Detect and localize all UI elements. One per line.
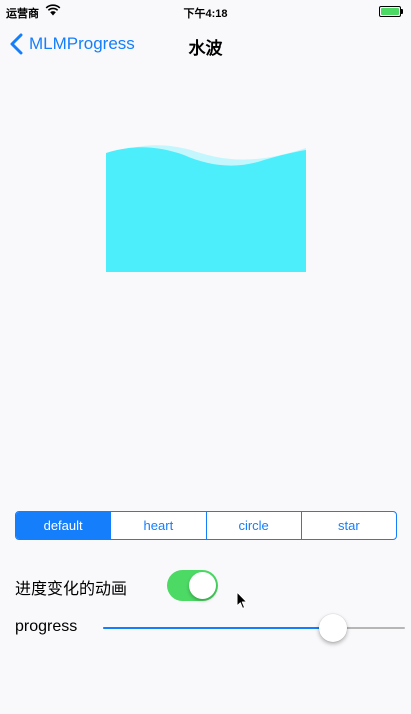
animation-toggle[interactable] [167, 570, 218, 601]
segment-circle[interactable]: circle [205, 512, 301, 539]
status-bar: 运营商 下午4:18 [0, 0, 411, 22]
wave-front-layer [106, 147, 306, 272]
wave-progress-view [106, 145, 306, 272]
page-title: 水波 [188, 39, 223, 58]
slider-track-fill [103, 627, 333, 629]
progress-slider-label: progress [15, 618, 78, 635]
segment-heart[interactable]: heart [110, 512, 205, 539]
navigation-bar: MLMProgress 水波 [0, 22, 411, 66]
progress-slider[interactable] [103, 613, 405, 643]
segment-star[interactable]: star [300, 512, 396, 539]
status-time: 下午4:18 [183, 8, 228, 20]
mouse-cursor-icon [236, 591, 248, 609]
animation-toggle-label: 进度变化的动画 [15, 581, 128, 598]
toggle-knob [189, 572, 216, 599]
segment-default[interactable]: default [16, 512, 111, 539]
battery-icon [379, 6, 404, 17]
screen: 运营商 下午4:18 MLMProgress 水波 default heart … [0, 0, 411, 714]
slider-thumb[interactable] [318, 614, 347, 642]
style-segmented-control: default heart circle star [15, 511, 397, 540]
